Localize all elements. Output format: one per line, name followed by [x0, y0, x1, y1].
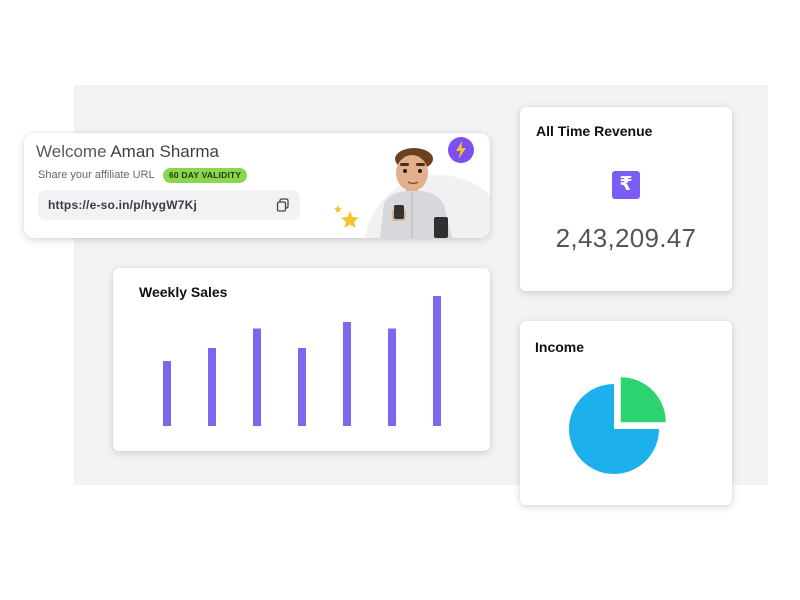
revenue-title: All Time Revenue	[536, 123, 653, 139]
sales-bar	[433, 296, 441, 426]
sales-bar	[298, 348, 306, 426]
affiliate-url-text[interactable]: https://e-so.in/p/hygW7Kj	[48, 198, 197, 212]
lightning-icon	[448, 137, 474, 163]
income-pie-slice	[620, 377, 666, 423]
user-name: Aman Sharma	[110, 142, 220, 161]
affiliate-label: Share your affiliate URL	[38, 169, 155, 181]
affiliate-url-field[interactable]: https://e-so.in/p/hygW7Kj	[38, 190, 300, 220]
rupee-icon: ₹	[612, 171, 640, 199]
validity-badge: 60 DAY VALIDITY	[163, 168, 248, 183]
sales-bar	[253, 328, 261, 426]
all-time-revenue-card: All Time Revenue ₹ 2,43,209.47	[520, 107, 732, 291]
copy-icon[interactable]	[276, 198, 290, 212]
income-card: Income	[520, 321, 732, 505]
sales-bar	[388, 328, 396, 426]
welcome-card: Welcome Aman Sharma Share your affiliate…	[24, 133, 490, 238]
revenue-value: 2,43,209.47	[555, 223, 697, 253]
avatar-character-illustration	[380, 148, 452, 238]
sales-bar	[208, 348, 216, 426]
star-icon	[334, 205, 359, 228]
welcome-greeting: Welcome	[36, 142, 107, 161]
sales-bar	[343, 322, 351, 426]
sales-bar	[163, 361, 171, 426]
welcome-heading: Welcome Aman Sharma	[36, 142, 219, 162]
weekly-sales-card: Weekly Sales	[113, 268, 490, 451]
weekly-sales-title: Weekly Sales	[139, 284, 228, 300]
income-title: Income	[535, 339, 585, 355]
